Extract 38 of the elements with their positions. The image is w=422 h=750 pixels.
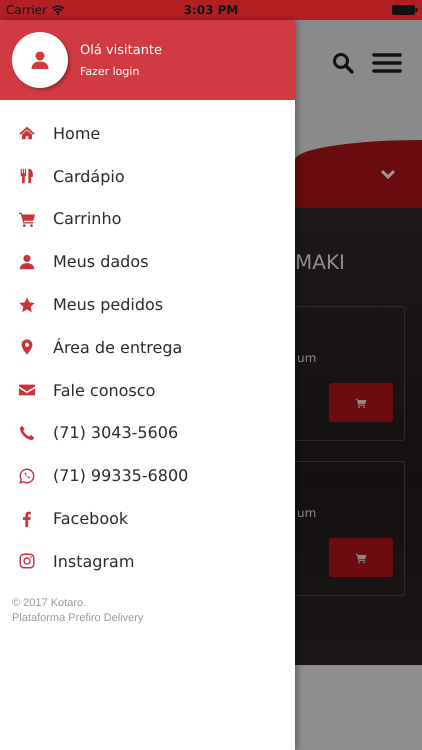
menu-item[interactable]: (71) 3043-5606 — [0, 412, 295, 454]
login-link[interactable]: Fazer login — [80, 64, 162, 78]
utensils-icon — [18, 167, 36, 186]
menu-item[interactable]: Meus dados — [0, 240, 295, 284]
menu-item[interactable]: Área de entrega — [0, 326, 295, 369]
product-description: um — [297, 506, 318, 520]
cart-icon — [18, 210, 36, 228]
instagram-icon — [18, 552, 36, 570]
star-icon — [18, 296, 36, 314]
section-title: MAKI — [295, 250, 346, 274]
menu-item[interactable]: (71) 99335-6800 — [0, 454, 295, 498]
footer-text: © 2017 Kotaro. — [12, 596, 88, 609]
menu-item[interactable]: Fale conosco — [0, 368, 295, 412]
user-icon — [30, 50, 50, 70]
menu-item[interactable]: Carrinho — [0, 198, 295, 240]
menu-item[interactable]: Home — [0, 112, 295, 155]
wifi-icon — [51, 5, 66, 15]
carrier-label: Carrier — [6, 3, 48, 17]
home-icon — [18, 124, 36, 142]
menu-item[interactable]: Cardápio — [0, 154, 295, 198]
clock: 3:03 PM — [182, 3, 240, 17]
menu-item[interactable]: Meus pedidos — [0, 283, 295, 326]
whatsapp-icon — [18, 466, 36, 485]
battery-icon — [392, 5, 418, 15]
greeting-text: Olá visitante — [80, 42, 162, 58]
search-icon[interactable] — [332, 52, 354, 74]
chevron-down-icon — [380, 169, 396, 179]
phone-icon — [18, 424, 36, 442]
cart-icon — [355, 552, 367, 564]
menu-icon[interactable] — [372, 52, 402, 74]
footer-text: Plataforma Prefiro Delivery — [12, 612, 144, 624]
avatar[interactable] — [12, 32, 68, 88]
menu-item[interactable]: Instagram — [0, 540, 295, 583]
cart-icon — [355, 396, 367, 408]
category-bar[interactable] — [295, 140, 422, 208]
menu-item[interactable]: Facebook — [0, 497, 295, 540]
user-icon — [18, 252, 36, 271]
product-description: um — [297, 351, 318, 365]
